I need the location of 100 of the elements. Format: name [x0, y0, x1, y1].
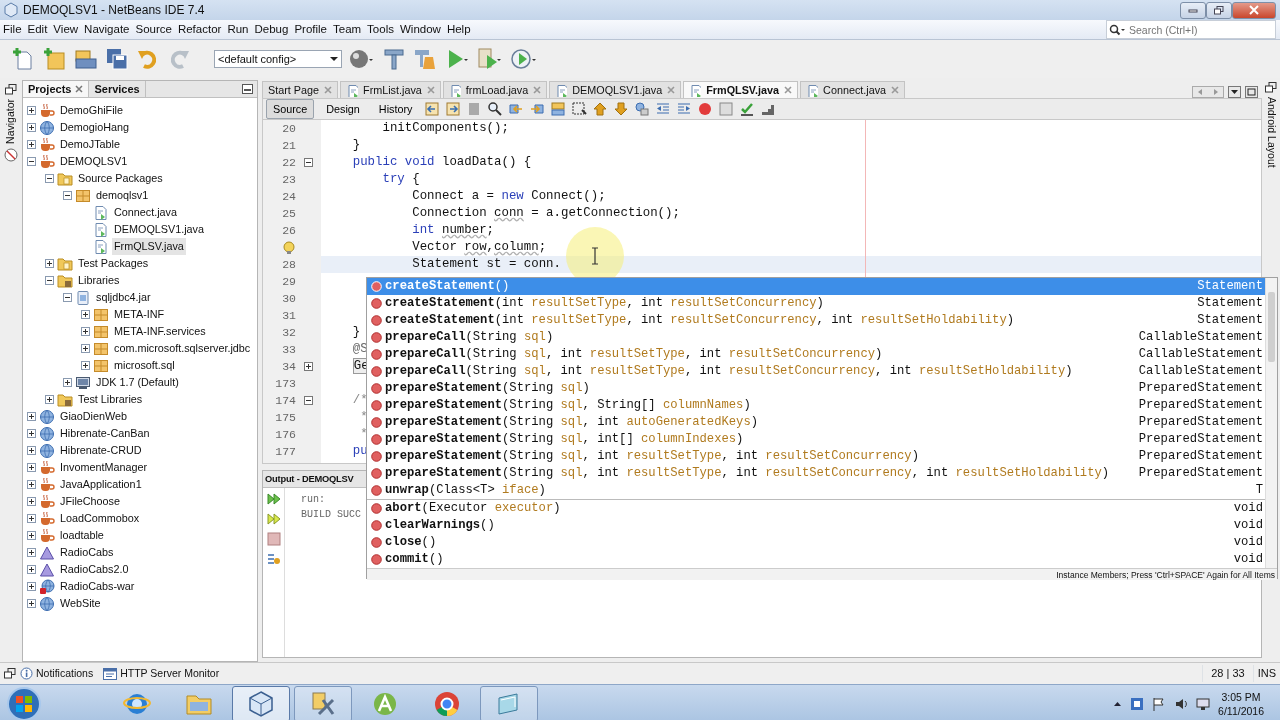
record-icon[interactable] [697, 101, 714, 117]
clock-time[interactable]: 3:05 PM [1218, 689, 1264, 704]
tree-item[interactable]: DemoJTable [58, 136, 122, 153]
expand-toggle[interactable] [45, 276, 54, 285]
menu-item[interactable]: Refactor [174, 20, 225, 39]
completion-item[interactable]: unwrap(Class<T> iface) T [367, 482, 1265, 499]
expand-toggle[interactable] [27, 412, 36, 421]
fold-toggle[interactable] [304, 396, 313, 405]
fold-toggle[interactable] [304, 158, 313, 167]
tree-item[interactable]: WebSite [58, 595, 103, 612]
expand-toggle[interactable] [63, 378, 72, 387]
menu-item[interactable]: Run [224, 20, 252, 39]
expand-toggle[interactable] [27, 446, 36, 455]
editor-tab[interactable]: FrmList.java [340, 81, 441, 98]
status-item[interactable]: HTTP Server Monitor [120, 665, 220, 682]
completion-item[interactable]: createStatement(int resultSetType, int resultSetConcurrency) Statement [367, 295, 1265, 312]
close-icon[interactable] [75, 85, 84, 93]
tree-item[interactable]: demoqlsv1 [94, 187, 151, 204]
menu-item[interactable]: Navigate [81, 20, 133, 39]
network-icon[interactable] [1196, 696, 1211, 711]
fold-toggle[interactable] [304, 362, 313, 371]
tree-item[interactable]: META-INF [112, 306, 167, 323]
completion-item[interactable]: clearWarnings() void [367, 517, 1265, 534]
completion-item[interactable]: close() void [367, 534, 1265, 551]
search-icon[interactable] [487, 101, 504, 117]
settings-icon[interactable] [266, 552, 281, 566]
forward-icon[interactable] [445, 101, 462, 117]
rerun-icon[interactable] [266, 492, 281, 506]
tree-item[interactable]: JavaApplication1 [58, 476, 144, 493]
tree-item[interactable]: DEMOQLSV1.java [112, 221, 206, 238]
shapes-icon[interactable] [634, 101, 651, 117]
completion-item[interactable]: prepareStatement(String sql, int resultSetType, int resultSetConcurrency, int resultSetHoldability) PreparedStatement [367, 465, 1265, 482]
completion-item[interactable]: commit() void [367, 551, 1265, 568]
tree-item[interactable]: JDK 1.7 (Default) [94, 374, 181, 391]
expand-toggle[interactable] [81, 310, 90, 319]
tray-app-icon[interactable] [1130, 696, 1145, 711]
menu-item[interactable]: Window [396, 20, 444, 39]
toggle-icon[interactable] [550, 101, 567, 117]
restore-button[interactable] [1206, 1, 1232, 19]
expand-toggle[interactable] [81, 361, 90, 370]
completion-item[interactable]: createStatement(int resultSetType, int resultSetConcurrency, int resultSetHoldability) Statement [367, 312, 1265, 329]
close-icon[interactable] [784, 86, 793, 94]
navigator-tab[interactable]: Navigator [3, 99, 19, 144]
tree-item[interactable]: RadioCabs [58, 544, 116, 561]
search-field[interactable]: Search (Ctrl+I) [1106, 20, 1276, 39]
compass-icon[interactable] [4, 147, 18, 162]
view-button[interactable]: Source [266, 98, 315, 120]
taskbar-app[interactable] [232, 685, 290, 720]
expand-toggle[interactable] [27, 429, 36, 438]
speaker-icon[interactable] [1174, 696, 1189, 711]
expand-toggle[interactable] [27, 480, 36, 489]
tree-item[interactable]: DemogioHang [58, 119, 132, 136]
expand-toggle[interactable] [27, 123, 36, 132]
rerun-icon[interactable] [266, 512, 281, 526]
tree-item[interactable]: Libraries [76, 272, 122, 289]
indent-right-icon[interactable] [676, 101, 693, 117]
completion-item[interactable]: abort(Executor executor) void [367, 500, 1265, 517]
panel-tab[interactable]: Services [89, 81, 146, 97]
expand-toggle[interactable] [45, 259, 54, 268]
tree-item[interactable]: LoadCommobox [58, 510, 142, 527]
tree-item[interactable]: JFileChoose [58, 493, 122, 510]
expand-toggle[interactable] [27, 157, 36, 166]
restore-icon[interactable] [4, 668, 16, 679]
expand-toggle[interactable] [45, 174, 54, 183]
dropdown-icon[interactable] [1228, 86, 1241, 98]
shift-up-icon[interactable] [592, 101, 609, 117]
menu-item[interactable]: Help [443, 20, 474, 39]
tree-item[interactable]: DEMOQLSV1 [58, 153, 130, 170]
expand-toggle[interactable] [27, 514, 36, 523]
tree-item[interactable]: Hibrenate-CanBan [58, 425, 152, 442]
selection-icon[interactable] [571, 101, 588, 117]
completion-item[interactable]: prepareCall(String sql) CallableStatement [367, 329, 1265, 346]
globe-icon[interactable] [349, 47, 375, 71]
menu-item[interactable]: View [50, 20, 82, 39]
tree-item[interactable]: Test Libraries [76, 391, 145, 408]
expand-toggle[interactable] [27, 140, 36, 149]
hammer-icon[interactable] [382, 47, 406, 71]
scrollbar[interactable] [1265, 278, 1277, 568]
completion-item[interactable]: prepareStatement(String sql, int resultSetType, int resultSetConcurrency) PreparedStatement [367, 448, 1265, 465]
expand-toggle[interactable] [27, 463, 36, 472]
search-icon[interactable] [1109, 24, 1125, 36]
tree-item[interactable]: Connect.java [112, 204, 180, 221]
restore-icon[interactable] [5, 84, 17, 95]
completion-item[interactable]: prepareCall(String sql, int resultSetType, int resultSetConcurrency, int resultSetHoldability) CallableStatement [367, 363, 1265, 380]
flag-icon[interactable] [1152, 696, 1167, 711]
taskbar-app[interactable] [294, 685, 352, 720]
tree-item[interactable]: sqljdbc4.jar [94, 289, 153, 306]
completion-item[interactable]: prepareStatement(String sql, int[] columnIndexes) PreparedStatement [367, 431, 1265, 448]
expand-toggle[interactable] [81, 344, 90, 353]
tree-item[interactable]: loadtable [58, 527, 106, 544]
start-button[interactable] [4, 685, 44, 720]
view-button[interactable]: Design [319, 98, 367, 120]
tree-item[interactable]: DemoGhiFile [58, 102, 125, 119]
config-dropdown[interactable]: <default config> [214, 50, 342, 68]
expand-toggle[interactable] [63, 191, 72, 200]
menu-item[interactable]: Edit [24, 20, 51, 39]
expand-toggle[interactable] [27, 106, 36, 115]
menu-item[interactable]: Profile [291, 20, 330, 39]
expand-toggle[interactable] [27, 548, 36, 557]
menu-item[interactable]: File [0, 20, 25, 39]
